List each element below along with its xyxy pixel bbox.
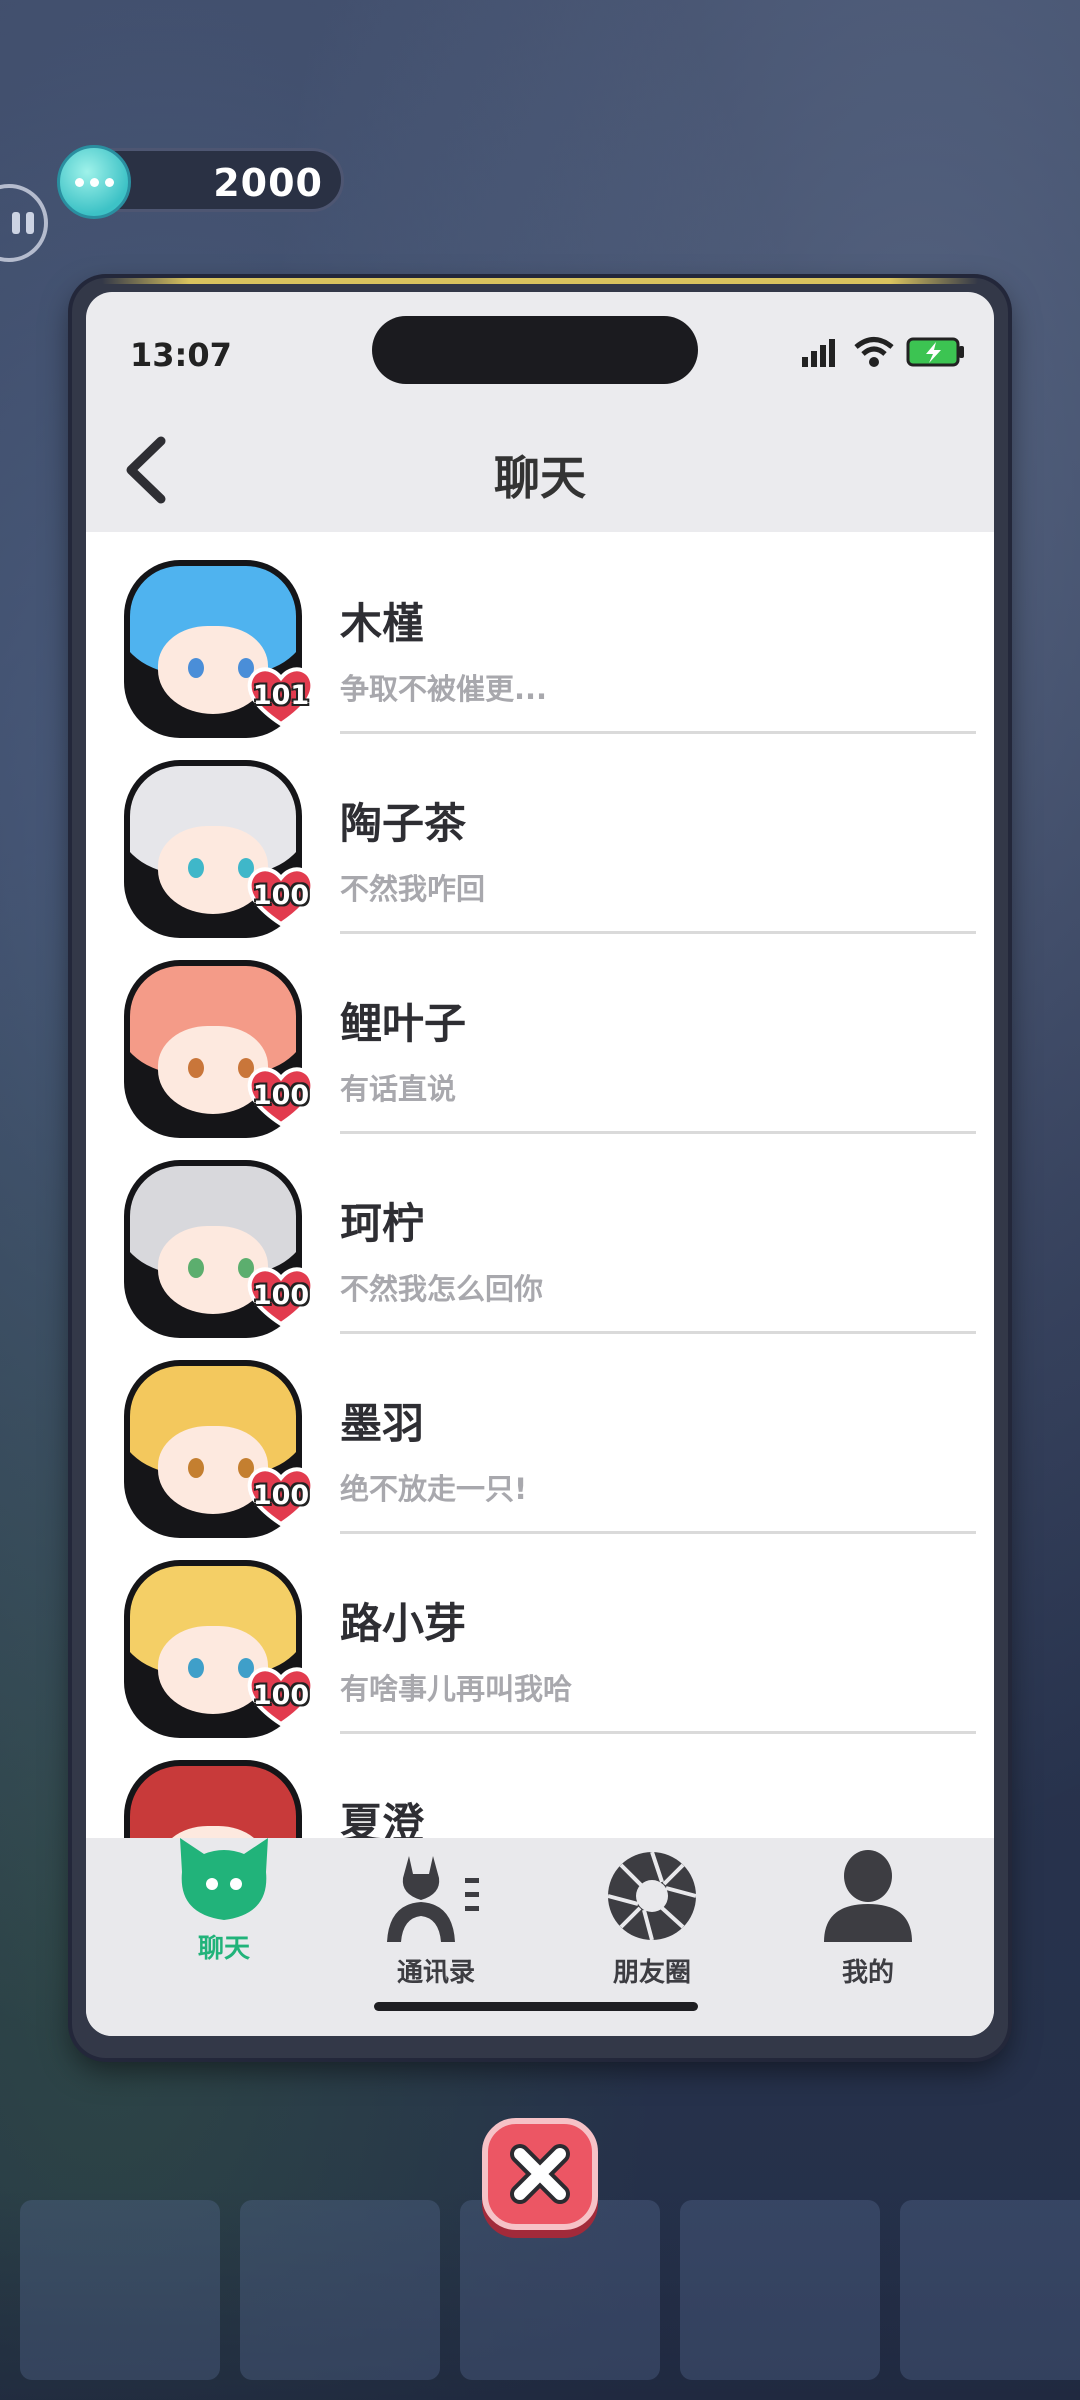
battery-charging-icon bbox=[906, 337, 964, 367]
affection-value: 100 bbox=[252, 1680, 310, 1711]
contacts-icon bbox=[387, 1856, 479, 1942]
avatar[interactable]: 100 bbox=[124, 1360, 315, 1538]
affection-value: 100 bbox=[252, 1280, 310, 1311]
profile-icon bbox=[824, 1850, 912, 1942]
wifi-icon bbox=[854, 337, 894, 367]
currency-value: 2000 bbox=[213, 161, 323, 205]
close-icon bbox=[510, 2144, 570, 2204]
affection-heart-badge: 100 bbox=[246, 1464, 316, 1528]
chat-row[interactable]: 101 木槿 争取不被催更... bbox=[86, 532, 994, 738]
phone-screen: 13:07 聊天 101 木槿 争取不被催更... 100 陶子茶 不然我咋回 … bbox=[86, 292, 994, 2036]
currency-counter: 2000 bbox=[57, 145, 344, 219]
signal-icon bbox=[802, 339, 835, 367]
chat-cat-icon bbox=[180, 1838, 268, 1920]
chat-row[interactable]: 100 路小芽 有啥事儿再叫我哈 bbox=[86, 1532, 994, 1738]
chat-bubble-coin-icon bbox=[57, 145, 131, 219]
tab-me-label: 我的 bbox=[841, 1958, 894, 1988]
tab-chat[interactable]: 聊天 bbox=[144, 1838, 304, 1998]
chat-preview: 不然我咋回 bbox=[340, 872, 486, 906]
close-button[interactable] bbox=[482, 2118, 598, 2230]
tab-me[interactable]: 我的 bbox=[788, 1838, 948, 1998]
chat-name: 木槿 bbox=[340, 599, 425, 648]
dynamic-island bbox=[372, 316, 698, 384]
affection-value: 100 bbox=[252, 1080, 310, 1111]
chat-name: 墨羽 bbox=[340, 1399, 425, 1448]
affection-heart-badge: 100 bbox=[246, 1664, 316, 1728]
chat-row[interactable]: 100 陶子茶 不然我咋回 bbox=[86, 732, 994, 938]
chat-row[interactable]: 100 墨羽 绝不放走一只! bbox=[86, 1332, 994, 1538]
affection-heart-badge: 101 bbox=[246, 664, 316, 728]
chat-name: 珂柠 bbox=[340, 1199, 425, 1248]
status-bar: 13:07 bbox=[86, 292, 994, 402]
page-title: 聊天 bbox=[494, 451, 586, 505]
affection-value: 100 bbox=[252, 880, 310, 911]
chat-row[interactable]: 100 鲤叶子 有话直说 bbox=[86, 932, 994, 1138]
chat-name: 夏澄 bbox=[340, 1799, 425, 1838]
affection-heart-badge: 100 bbox=[246, 1064, 316, 1128]
chat-row[interactable]: 夏澄 bbox=[86, 1732, 994, 1838]
chat-preview: 不然我怎么回你 bbox=[340, 1272, 544, 1306]
avatar[interactable]: 100 bbox=[124, 760, 315, 938]
affection-heart-badge: 100 bbox=[246, 1264, 316, 1328]
phone-frame: 13:07 聊天 101 木槿 争取不被催更... 100 陶子茶 不然我咋回 … bbox=[72, 278, 1008, 2058]
tab-moments-label: 朋友圈 bbox=[612, 1958, 691, 1988]
aperture-icon bbox=[607, 1851, 697, 1941]
chat-preview: 有话直说 bbox=[340, 1072, 457, 1106]
chat-preview: 绝不放走一只! bbox=[340, 1472, 528, 1506]
chat-list: 101 木槿 争取不被催更... 100 陶子茶 不然我咋回 100 鲤叶子 有… bbox=[86, 532, 994, 1838]
chat-name: 路小芽 bbox=[340, 1599, 467, 1648]
status-time: 13:07 bbox=[130, 336, 232, 374]
avatar[interactable]: 100 bbox=[124, 960, 315, 1138]
tab-chat-label: 聊天 bbox=[197, 1934, 250, 1964]
tab-contacts[interactable]: 通讯录 bbox=[356, 1838, 516, 1998]
nav-header: 聊天 bbox=[86, 402, 994, 532]
chat-row[interactable]: 100 珂柠 不然我怎么回你 bbox=[86, 1132, 994, 1338]
chat-name: 鲤叶子 bbox=[340, 999, 467, 1048]
avatar[interactable]: 100 bbox=[124, 1160, 315, 1338]
avatar[interactable] bbox=[124, 1760, 302, 1838]
tab-moments[interactable]: 朋友圈 bbox=[572, 1838, 732, 1998]
tab-contacts-label: 通讯录 bbox=[396, 1958, 475, 1988]
chat-preview: 争取不被催更... bbox=[340, 672, 548, 706]
affection-value: 100 bbox=[252, 1480, 310, 1511]
chat-preview: 有啥事儿再叫我哈 bbox=[340, 1672, 573, 1706]
avatar[interactable]: 100 bbox=[124, 1560, 315, 1738]
home-indicator bbox=[374, 2002, 698, 2011]
affection-value: 101 bbox=[252, 680, 310, 711]
chat-name: 陶子茶 bbox=[340, 799, 467, 848]
avatar[interactable]: 101 bbox=[124, 560, 315, 738]
affection-heart-badge: 100 bbox=[246, 864, 316, 928]
